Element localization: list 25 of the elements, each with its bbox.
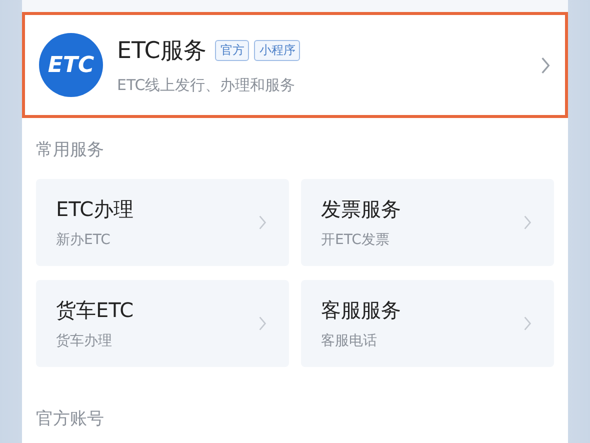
- mini-program-title: ETC服务: [117, 37, 206, 66]
- etc-logo: ETC: [39, 33, 103, 97]
- service-tile[interactable]: 发票服务 开ETC发票: [301, 179, 554, 266]
- tag: 小程序: [254, 40, 300, 61]
- service-tile[interactable]: ETC办理 新办ETC: [36, 179, 289, 266]
- mini-program-card[interactable]: ETC ETC服务 官方 小程序 ETC线上发行、办理和服务: [22, 12, 568, 118]
- service-description: 开ETC发票: [321, 231, 390, 249]
- service-description: 新办ETC: [56, 231, 112, 249]
- mini-program-description: ETC线上发行、办理和服务: [117, 76, 296, 95]
- chevron-right-icon: [540, 56, 551, 74]
- tag: 官方: [215, 40, 250, 61]
- service-description: 货车办理: [56, 332, 113, 350]
- chevron-right-icon: [258, 315, 267, 332]
- service-tile[interactable]: 客服服务 客服电话: [301, 280, 554, 367]
- service-description: 客服电话: [321, 332, 378, 350]
- service-title: 发票服务: [321, 196, 402, 223]
- chevron-right-icon: [523, 214, 532, 231]
- section-heading: 官方账号: [36, 408, 105, 430]
- chevron-right-icon: [258, 214, 267, 231]
- service-tile[interactable]: 货车ETC 货车办理: [36, 280, 289, 367]
- service-title: 客服服务: [321, 297, 402, 324]
- service-title: ETC办理: [56, 196, 135, 223]
- chevron-right-icon: [523, 315, 532, 332]
- service-title: 货车ETC: [56, 297, 135, 324]
- section-heading: 常用服务: [36, 139, 105, 161]
